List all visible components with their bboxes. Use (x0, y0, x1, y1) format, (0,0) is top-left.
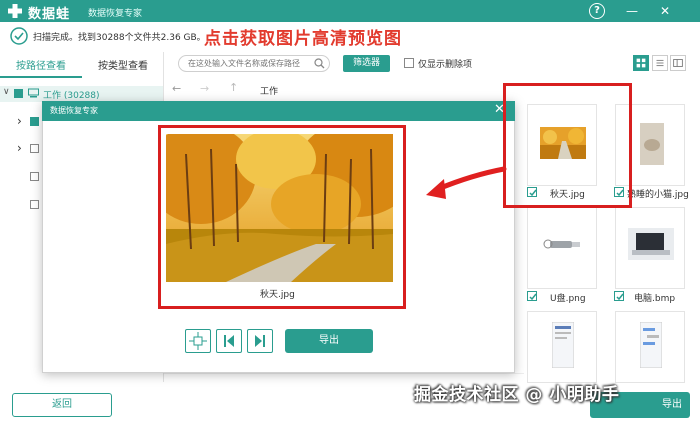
previous-button[interactable] (216, 329, 242, 353)
help-icon[interactable]: ? (589, 3, 605, 19)
tree-item-checkbox[interactable] (30, 117, 39, 126)
current-path: 工作 (260, 87, 279, 97)
chevron-down-icon[interactable]: ∨ (3, 87, 10, 97)
previous-icon (224, 335, 234, 347)
filter-button[interactable]: 筛选器 (343, 55, 390, 72)
dialog-export-button[interactable]: 导出 (285, 329, 373, 353)
grid-view-icon[interactable] (633, 55, 649, 71)
thumbnail-label: 电脑.bmp (634, 294, 676, 304)
dialog-title: 数据恢复专家 (50, 106, 98, 115)
red-arrow-icon (426, 166, 507, 199)
cat-thumbnail-image (640, 123, 664, 165)
thumbnail-card[interactable] (527, 207, 597, 289)
drive-icon (28, 88, 39, 98)
tree-root-label: 工作 (30288) (43, 91, 100, 101)
preview-filename: 秋天.jpg (260, 290, 295, 300)
tab-by-type[interactable]: 按类型查看 (84, 56, 162, 78)
crosshair-icon (189, 332, 207, 350)
tab-by-path[interactable]: 按路径查看 (0, 56, 82, 78)
thumbnail-card[interactable] (615, 311, 685, 383)
annotation-headline: 点击获取图片高清预览图 (204, 29, 402, 49)
logo-icon (8, 4, 22, 18)
watermark-text: 掘金技术社区 @ 小明助手 (414, 385, 620, 405)
scan-status: 扫描完成。找到30288个文件共2.36 GB。 (33, 33, 206, 43)
only-deleted-checkbox[interactable] (404, 58, 414, 68)
tree-root-checkbox[interactable] (14, 89, 23, 98)
search-icon[interactable] (314, 58, 325, 69)
thumbnail-checkbox[interactable] (614, 291, 624, 301)
list-view-icon[interactable] (652, 55, 668, 71)
phone-screenshot-thumbnail (552, 322, 574, 368)
tree-item-checkbox[interactable] (30, 200, 39, 209)
dialog-title-bar (42, 101, 515, 121)
back-arrow-icon[interactable]: ← (172, 82, 181, 95)
preview-highlight-frame (158, 125, 406, 309)
thumbnail-label: U盘.png (550, 294, 586, 304)
app-name: 数据蛙 (28, 7, 71, 22)
usb-thumbnail-image (543, 239, 580, 249)
thumbnail-card[interactable] (615, 207, 685, 289)
thumbnail-card[interactable] (527, 311, 597, 383)
chevron-right-icon[interactable]: › (17, 141, 22, 155)
thumbnail-checkbox[interactable] (527, 291, 537, 301)
only-deleted-label: 仅显示删除项 (418, 60, 473, 70)
next-icon (255, 335, 265, 347)
computer-thumbnail-image (628, 228, 674, 260)
check-circle-icon (10, 27, 28, 45)
tree-item-checkbox[interactable] (30, 144, 39, 153)
chevron-right-icon[interactable]: › (17, 114, 22, 128)
thumbnail-highlight-box (503, 83, 632, 208)
forward-arrow-icon[interactable]: → (200, 82, 209, 95)
minimize-button[interactable]: — (624, 3, 640, 19)
next-button[interactable] (247, 329, 273, 353)
tree-item-checkbox[interactable] (30, 172, 39, 181)
up-arrow-icon[interactable]: ↑ (229, 81, 238, 94)
back-button[interactable]: 返回 (12, 393, 112, 417)
app-subtitle: 数据恢复专家 (88, 9, 143, 19)
search-input[interactable] (188, 57, 313, 69)
fit-screen-button[interactable] (185, 329, 211, 353)
thumbnail-label: 熟睡的小猫.jpg (627, 190, 689, 200)
close-button[interactable]: ✕ (657, 3, 673, 19)
detail-view-icon[interactable] (670, 55, 686, 71)
chat-screenshot-thumbnail (640, 322, 662, 368)
